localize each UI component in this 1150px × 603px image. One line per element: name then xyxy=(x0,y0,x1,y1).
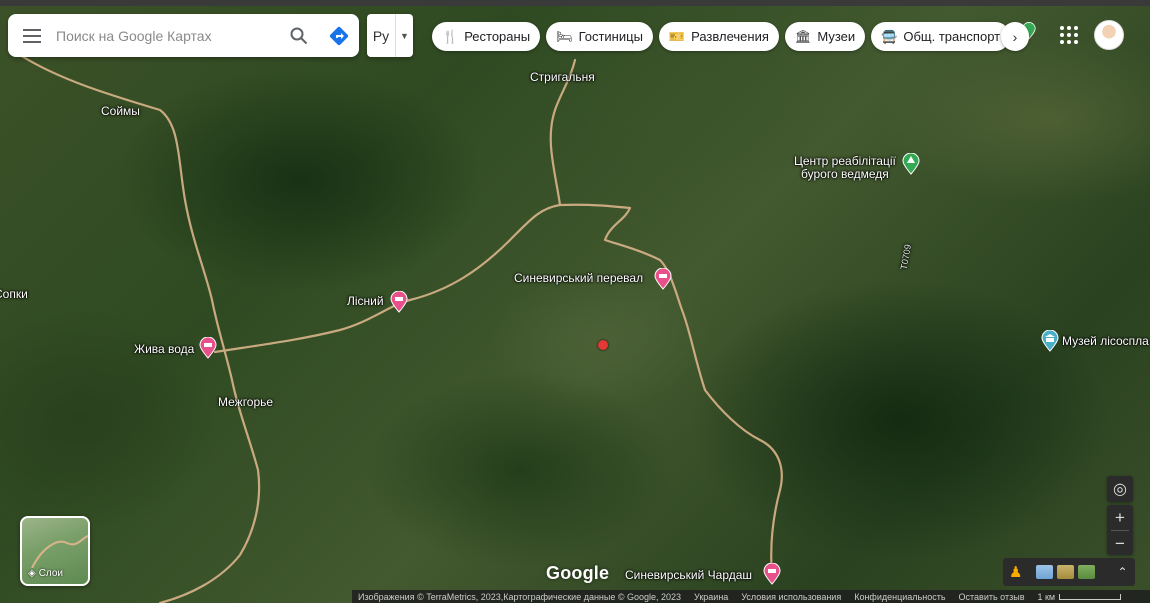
chevron-down-icon: ▼ xyxy=(395,14,413,57)
bed-icon: 🛏 xyxy=(556,28,573,44)
zoom-in-button[interactable]: + xyxy=(1107,505,1133,530)
chevron-right-icon: › xyxy=(1012,28,1018,45)
museum-icon: 🏛 xyxy=(794,28,812,44)
layers-label: Слои xyxy=(38,568,64,579)
place-label-chardash[interactable]: Синевирський Чардаш xyxy=(625,568,752,582)
park-pin-icon[interactable] xyxy=(902,153,920,175)
avatar[interactable] xyxy=(1094,20,1124,50)
directions-icon xyxy=(329,26,349,45)
privacy-link[interactable]: Конфиденциальность xyxy=(854,592,945,602)
layers-icon: ◈ xyxy=(28,568,36,579)
chip-museums[interactable]: 🏛 Музеи xyxy=(784,22,866,51)
scale-label: 1 км xyxy=(1037,591,1056,602)
hotel-pin-icon[interactable] xyxy=(763,563,781,585)
map-thumb-satellite[interactable] xyxy=(1078,565,1096,579)
hotel-pin-icon[interactable] xyxy=(390,291,408,313)
category-chips: 🍴 Рестораны 🛏 Гостиницы 🎫 Развлечения 🏛 … xyxy=(432,22,1011,51)
google-logo: Google xyxy=(546,563,610,583)
map-thumb-default[interactable] xyxy=(1036,565,1054,579)
place-label-synevyr-pass[interactable]: Синевирський перевал xyxy=(514,271,643,285)
menu-button[interactable] xyxy=(8,14,56,57)
chip-transit[interactable]: 🚍 Общ. транспорт xyxy=(871,22,1011,51)
country-link[interactable]: Украина xyxy=(694,592,728,602)
search-input[interactable]: Поиск на Google Картах xyxy=(56,28,279,44)
map-thumb-terrain[interactable] xyxy=(1057,565,1075,579)
chip-label: Общ. транспорт xyxy=(903,29,1001,44)
scale-bar-line xyxy=(1059,593,1122,600)
attribution-footer: Изображения © TerraMetrics, 2023,Картогр… xyxy=(352,590,1150,603)
place-label-bear-centre[interactable]: Центр реабілітації бурого ведмедя xyxy=(794,155,896,181)
layers-preview-map xyxy=(31,535,88,569)
language-selector[interactable]: Ру ▼ xyxy=(367,14,413,57)
bear-centre-line2: бурого ведмедя xyxy=(801,167,889,181)
satellite-map[interactable]: Соймы Стригальня Центр реабілітації буро… xyxy=(0,0,1150,603)
chip-label: Развлечения xyxy=(691,29,769,44)
map-type-tray: ♟ ⌃ xyxy=(1003,558,1135,586)
fork-knife-icon: 🍴 xyxy=(442,28,459,44)
pegman-icon[interactable]: ♟ xyxy=(1009,563,1022,581)
directions-button[interactable] xyxy=(319,14,359,57)
search-box[interactable]: Поиск на Google Картах xyxy=(8,14,359,57)
hamburger-menu-icon xyxy=(23,28,41,43)
roads-layer xyxy=(18,53,783,603)
feedback-link[interactable]: Оставить отзыв xyxy=(959,592,1025,602)
search-button[interactable] xyxy=(279,14,319,57)
place-label-sopky[interactable]: Сопки xyxy=(0,287,28,301)
zoom-out-button[interactable]: − xyxy=(1107,531,1133,556)
ticket-icon: 🎫 xyxy=(668,28,686,44)
place-label-soimy[interactable]: Соймы xyxy=(101,104,140,118)
chevron-up-icon[interactable]: ⌃ xyxy=(1117,565,1127,579)
chip-label: Музеи xyxy=(817,29,856,44)
place-label-mezhgorye[interactable]: Межгорье xyxy=(218,395,273,409)
my-location-icon: ◎ xyxy=(1113,481,1127,498)
layers-button[interactable]: ◈ Слои xyxy=(20,516,90,586)
place-label-strygalnya[interactable]: Стригальня xyxy=(530,70,595,84)
dropped-pin-dot[interactable] xyxy=(598,340,608,350)
language-code: Ру xyxy=(372,27,390,44)
place-label-museum[interactable]: Музей лісоспла xyxy=(1062,334,1149,348)
chip-label: Гостиницы xyxy=(578,29,643,44)
bus-icon: 🚍 xyxy=(881,28,898,44)
museum-pin-icon[interactable] xyxy=(1041,330,1059,352)
my-location-button[interactable]: ◎ xyxy=(1107,476,1133,502)
chip-label: Рестораны xyxy=(464,29,531,44)
imagery-credit: Изображения © TerraMetrics, 2023,Картогр… xyxy=(358,591,682,602)
chip-entertainment[interactable]: 🎫 Развлечения xyxy=(658,22,779,51)
search-icon xyxy=(290,27,308,44)
chip-hotels[interactable]: 🛏 Гостиницы xyxy=(546,22,653,51)
chip-restaurants[interactable]: 🍴 Рестораны xyxy=(432,22,541,51)
terms-link[interactable]: Условия использования xyxy=(741,592,841,602)
place-label-lisnyi[interactable]: Лісний xyxy=(347,294,384,308)
scale-bar[interactable]: 1 км xyxy=(1037,591,1122,602)
hotel-pin-icon[interactable] xyxy=(199,337,217,359)
apps-grid-icon[interactable] xyxy=(1058,24,1080,46)
place-label-zhyva-voda[interactable]: Жива вода xyxy=(134,342,194,356)
zoom-controls: + − xyxy=(1107,505,1133,555)
hotel-pin-icon[interactable] xyxy=(654,268,672,290)
chips-next-button[interactable]: › xyxy=(1001,22,1029,51)
road-pass xyxy=(213,203,783,577)
layers-label-wrap: ◈ Слои xyxy=(28,568,63,579)
